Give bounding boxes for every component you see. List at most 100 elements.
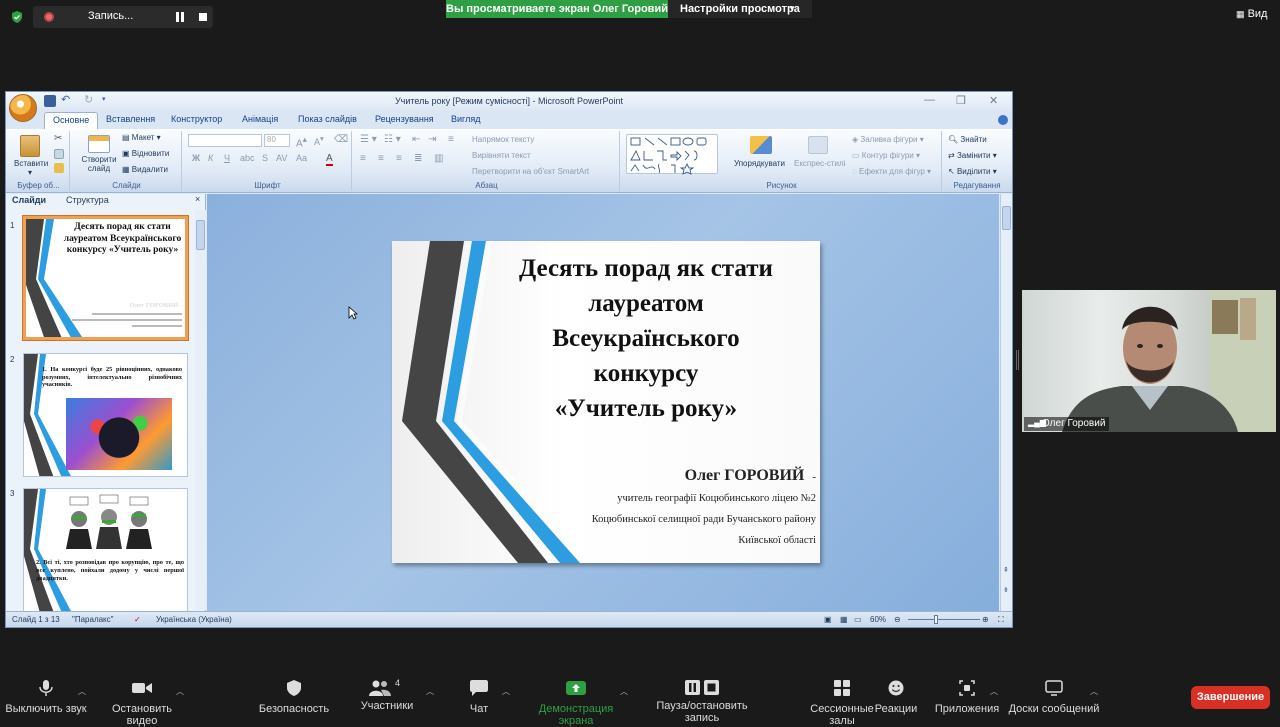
slide-scrollbar[interactable]: ⇞ ⇟: [1000, 194, 1012, 611]
align-right-icon[interactable]: ≡: [396, 153, 402, 164]
whiteboards-button[interactable]: Доски сообщений: [1008, 680, 1100, 715]
quick-styles-icon[interactable]: [808, 136, 828, 154]
tab-home[interactable]: Основне: [44, 112, 99, 129]
decrease-indent-icon[interactable]: ⇤: [412, 134, 420, 145]
clear-format-icon[interactable]: ⌫: [334, 134, 348, 145]
underline-icon[interactable]: Ч: [224, 153, 230, 163]
grow-font-icon[interactable]: A▴: [296, 134, 307, 149]
apps-options-chevron-icon[interactable]: ︿: [990, 686, 998, 697]
office-button[interactable]: [9, 94, 37, 122]
align-center-icon[interactable]: ≡: [378, 153, 384, 164]
current-slide[interactable]: Десять порад як стати лауреатом Всеукраї…: [392, 241, 820, 563]
zoom-in-icon[interactable]: ⊕: [982, 615, 989, 624]
stop-recording-icon[interactable]: [199, 13, 207, 21]
restore-icon[interactable]: ❐: [956, 94, 966, 107]
pause-stop-recording-button[interactable]: Пауза/остановить запись: [638, 680, 766, 724]
bullets-icon[interactable]: ☰ ▾: [360, 134, 377, 145]
arrange-button[interactable]: Упорядкувати: [734, 159, 785, 168]
slide-thumbnail-1[interactable]: Десять порад як стати лауреатом Всеукраї…: [23, 216, 188, 340]
tab-slideshow[interactable]: Показ слайдів: [298, 114, 357, 124]
columns-icon[interactable]: ▥: [434, 153, 443, 164]
mute-options-chevron-icon[interactable]: ︿: [78, 686, 86, 697]
security-button[interactable]: Безопасность: [258, 680, 330, 715]
next-slide-icon[interactable]: ⇟: [1003, 586, 1009, 594]
scroll-thumb[interactable]: [1002, 206, 1011, 230]
reset-button[interactable]: ▣ Відновити: [122, 149, 169, 158]
help-icon[interactable]: [998, 115, 1008, 125]
reactions-button[interactable]: Реакции: [870, 680, 922, 715]
language-indicator[interactable]: Українська (Україна): [156, 615, 232, 624]
new-slide-icon[interactable]: [88, 135, 110, 153]
spellcheck-icon[interactable]: ✓: [134, 615, 141, 624]
end-meeting-button[interactable]: Завершение: [1191, 686, 1270, 709]
slide-sorter-icon[interactable]: ▦: [840, 615, 848, 624]
increase-indent-icon[interactable]: ⇥: [428, 134, 436, 145]
align-text-button[interactable]: Вирівняти текст: [472, 151, 531, 160]
pause-recording-icon[interactable]: [175, 12, 185, 22]
shrink-font-icon[interactable]: A▾: [314, 134, 324, 147]
participants-button[interactable]: 4 Участники: [356, 678, 418, 712]
font-color-icon[interactable]: A: [326, 153, 333, 166]
close-pane-icon[interactable]: ×: [195, 194, 200, 204]
tab-outline[interactable]: Структура: [66, 195, 109, 205]
participants-options-chevron-icon[interactable]: ︿: [426, 686, 434, 697]
shape-outline-button[interactable]: ▭ Контур фігури ▾: [852, 151, 920, 160]
view-settings-button[interactable]: Настройки просмотра ▼: [668, 0, 812, 18]
replace-button[interactable]: ⇄ Замінити ▾: [948, 151, 997, 160]
share-options-chevron-icon[interactable]: ︿: [620, 686, 628, 697]
zoom-slider-thumb[interactable]: [934, 615, 938, 624]
spacing-icon[interactable]: AV: [276, 153, 287, 163]
chat-options-chevron-icon[interactable]: ︿: [502, 686, 510, 697]
shadow-icon[interactable]: S: [262, 153, 268, 163]
zoom-out-icon[interactable]: ⊖: [894, 615, 901, 624]
tab-review[interactable]: Рецензування: [375, 114, 434, 124]
smartart-button[interactable]: Перетворити на об'єкт SmartArt: [472, 167, 589, 176]
slideshow-view-icon[interactable]: ▭: [854, 615, 862, 624]
minimize-icon[interactable]: —: [924, 94, 935, 106]
fit-to-window-icon[interactable]: ⛶: [998, 615, 1004, 625]
mute-button[interactable]: Выключить звук: [4, 680, 88, 715]
strikethrough-icon[interactable]: abc: [240, 153, 255, 163]
cut-icon[interactable]: ✂: [54, 133, 62, 144]
copy-icon[interactable]: [54, 149, 64, 159]
resize-handle-icon[interactable]: [1016, 350, 1019, 370]
text-direction-button[interactable]: Напрямок тексту: [472, 135, 534, 144]
paste-icon[interactable]: [20, 135, 40, 157]
shapes-gallery[interactable]: [626, 134, 718, 175]
previous-slide-icon[interactable]: ⇞: [1003, 566, 1009, 574]
arrange-icon[interactable]: [750, 136, 772, 154]
normal-view-icon[interactable]: ▣: [824, 615, 832, 624]
font-size-combo[interactable]: 80: [264, 134, 290, 147]
format-painter-icon[interactable]: [54, 163, 64, 173]
layout-button[interactable]: ▤ Макет ▾: [122, 133, 161, 142]
slide-thumbnail-2[interactable]: 1. На конкурсі буде 25 рівноцінних, одна…: [23, 353, 188, 477]
video-options-chevron-icon[interactable]: ︿: [176, 686, 184, 697]
change-case-icon[interactable]: Aa: [296, 153, 307, 163]
select-button[interactable]: ↖ Виділити ▾: [948, 167, 997, 176]
tab-insert[interactable]: Вставлення: [106, 114, 155, 124]
find-button[interactable]: 🔍︎ Знайти: [948, 135, 987, 144]
chat-button[interactable]: Чат: [462, 680, 496, 715]
delete-slide-button[interactable]: ▦ Видалити: [122, 165, 168, 174]
close-icon[interactable]: ✕: [989, 94, 998, 107]
view-button[interactable]: ▦ Вид: [1236, 8, 1267, 20]
paste-button[interactable]: Вставити: [14, 159, 48, 168]
whiteboards-options-chevron-icon[interactable]: ︿: [1090, 686, 1098, 697]
quick-styles-button[interactable]: Експрес-стилі: [794, 159, 845, 168]
line-spacing-icon[interactable]: ≡: [448, 134, 454, 145]
justify-icon[interactable]: ≣: [414, 153, 422, 164]
zoom-slider[interactable]: [908, 615, 980, 624]
participant-video[interactable]: [1022, 290, 1276, 432]
new-slide-button[interactable]: Створити слайд: [78, 155, 120, 173]
tab-view[interactable]: Вигляд: [451, 114, 481, 124]
tab-animation[interactable]: Анімація: [242, 114, 278, 124]
italic-icon[interactable]: К: [208, 153, 213, 163]
bold-icon[interactable]: Ж: [192, 153, 200, 163]
font-name-combo[interactable]: [188, 134, 262, 147]
numbering-icon[interactable]: ☷ ▾: [384, 134, 401, 145]
slides-pane-scrollbar[interactable]: [195, 210, 206, 610]
slide-thumbnail-3[interactable]: 2. Всі ті, хто розповідав про корупцію, …: [23, 488, 188, 612]
align-left-icon[interactable]: ≡: [360, 153, 366, 164]
tab-design[interactable]: Конструктор: [171, 114, 222, 124]
zoom-level[interactable]: 60%: [870, 615, 886, 624]
